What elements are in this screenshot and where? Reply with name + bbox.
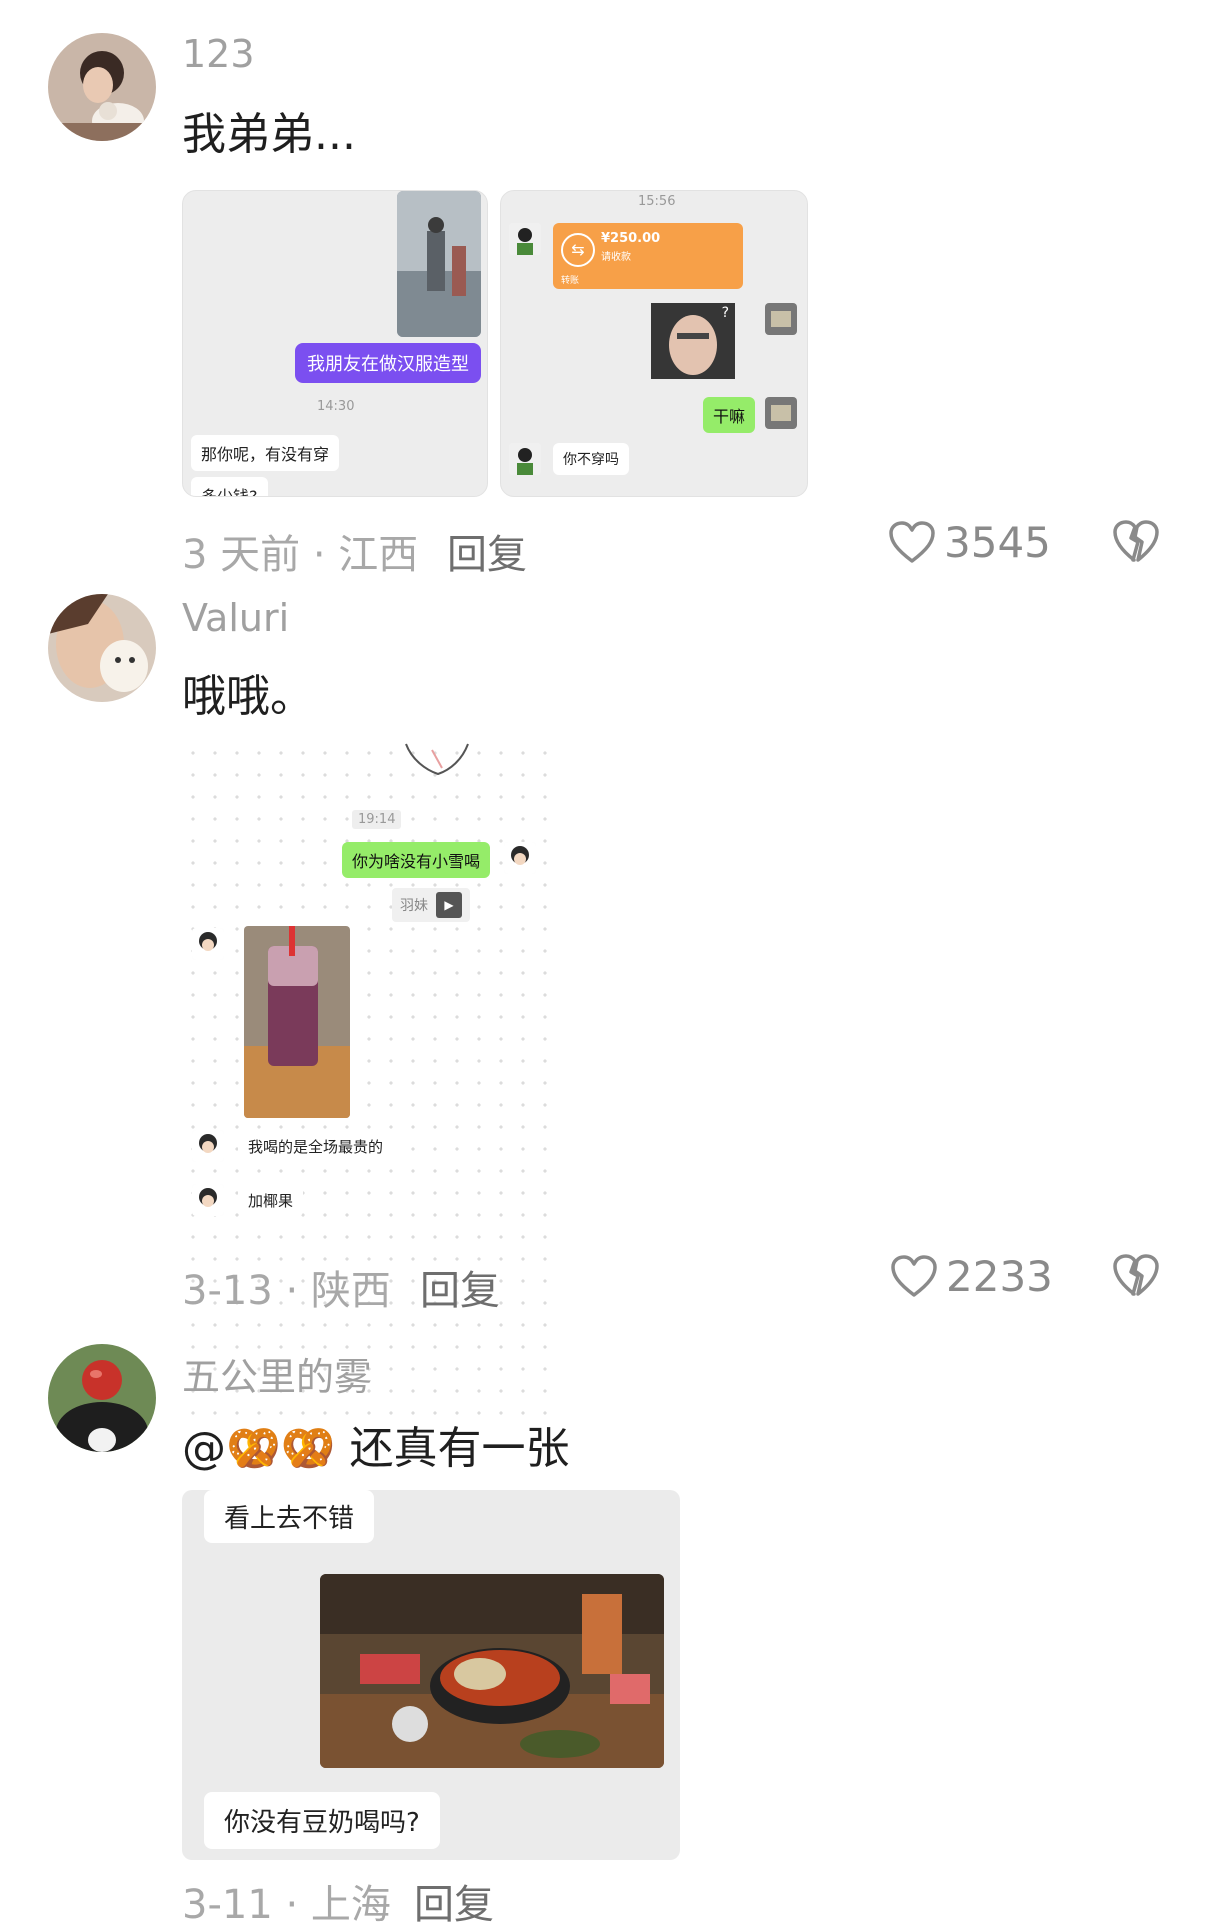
broken-heart-icon [1113, 1254, 1159, 1296]
avatar [192, 1130, 224, 1162]
transfer-card[interactable]: ⇆ ¥250.00 请收款 转账 [553, 223, 743, 289]
heart-icon [891, 1254, 937, 1297]
chat-bubble: 那你呢，有没有穿 [191, 435, 340, 471]
chat-timestamp: 19:14 [352, 810, 402, 829]
avatar[interactable] [48, 33, 156, 141]
reply-button[interactable]: 回复 [447, 522, 527, 580]
chat-bubble-green: 干嘛 [703, 397, 756, 433]
avatar [504, 842, 536, 874]
transfer-foot: 转账 [561, 276, 580, 286]
username[interactable]: 五公里的雾 [182, 1346, 372, 1401]
comment-text: 我弟弟... [182, 109, 356, 160]
dislike-button[interactable] [1112, 1254, 1160, 1302]
reply-button[interactable]: 回复 [414, 1872, 494, 1930]
avatar [192, 928, 224, 960]
drink-photo [244, 926, 350, 1118]
dislike-button[interactable] [1112, 520, 1160, 568]
comment-image[interactable]: 看上去不错 你没有豆奶喝吗? [182, 1490, 680, 1860]
chat-timestamp: 14:30 [317, 399, 355, 414]
comment-1: 123 我弟弟... 我朋友在做汉服造型 14:30 那你呢，有没有穿 多少钱?… [0, 0, 1206, 580]
comment-image-2[interactable]: 15:56 ⇆ ¥250.00 请收款 转账 ? 干嘛 你不穿吗 [500, 190, 808, 497]
comment-2: Valuri 哦哦。 19:14 你为啥没有小雪喝 羽妹 ▶ 我喝的是全场最贵的… [0, 580, 1206, 1422]
quote-tag-label: 羽妹 [400, 898, 428, 914]
photo-thumbnail [397, 191, 481, 337]
video-thumb-icon: ▶ [436, 892, 462, 918]
avatar [765, 397, 797, 429]
username[interactable]: Valuri [182, 596, 289, 640]
question-mark: ? [721, 305, 729, 321]
quote-tag: 羽妹 ▶ [392, 888, 470, 922]
chat-bubble: 加椰果 [238, 1184, 304, 1217]
chat-bubble: 多少钱? [191, 477, 268, 496]
avatar [192, 1184, 224, 1216]
broken-heart-icon [1113, 520, 1159, 562]
like-button[interactable]: 2233 [890, 1252, 1053, 1301]
transfer-amount: ¥250.00 [601, 231, 661, 246]
avatar [509, 443, 541, 475]
chat-bubble: 你不穿吗 [553, 443, 629, 475]
face-photo: ? [651, 303, 735, 379]
heart-doodle [405, 743, 469, 776]
chat-timestamp: 15:56 [638, 194, 676, 209]
username[interactable]: 123 [182, 32, 255, 76]
heart-icon [889, 520, 935, 563]
food-photo [320, 1574, 664, 1768]
transfer-sub: 请收款 [601, 252, 631, 263]
transfer-icon: ⇆ [561, 233, 595, 267]
comment-image-1[interactable]: 我朋友在做汉服造型 14:30 那你呢，有没有穿 多少钱? [182, 190, 488, 497]
avatar [765, 303, 797, 335]
comment-meta: 3 天前 · 江西 [182, 532, 419, 578]
avatar[interactable] [48, 594, 156, 702]
comment-meta: 3-11 · 上海 [182, 1882, 391, 1928]
avatar [509, 223, 541, 255]
like-button[interactable]: 3545 [888, 518, 1051, 567]
chat-bubble-green: 你为啥没有小雪喝 [342, 842, 491, 878]
chat-bubble: 我喝的是全场最贵的 [238, 1130, 394, 1163]
comment-text: @🥨🥨 还真有一张 [182, 1423, 570, 1474]
chat-bubble: 你没有豆奶喝吗? [204, 1792, 440, 1849]
chat-bubble-purple: 我朋友在做汉服造型 [295, 343, 481, 383]
like-count: 3545 [944, 518, 1051, 567]
comment-3: 五公里的雾 @🥨🥨 还真有一张 看上去不错 你没有豆奶喝吗? 3-11 · 上海… [0, 1300, 1206, 1931]
like-count: 2233 [946, 1252, 1053, 1301]
avatar[interactable] [48, 1344, 156, 1452]
comment-text: 哦哦。 [182, 671, 314, 722]
chat-bubble: 看上去不错 [204, 1490, 375, 1543]
